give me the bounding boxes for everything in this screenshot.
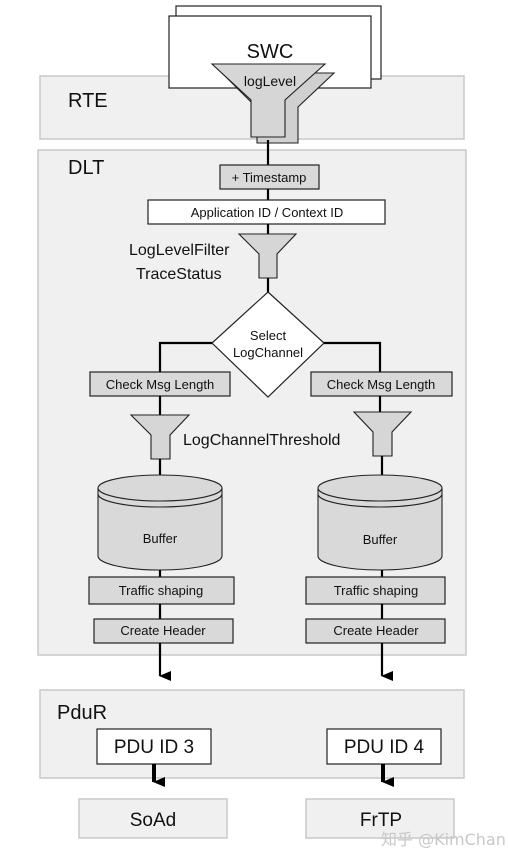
traffic-shaping-label: Traffic shaping <box>119 583 204 598</box>
tracestatus-label: TraceStatus <box>136 266 222 283</box>
dlt-architecture-diagram: RTE DLT SWC logLevel + Timestamp Applica… <box>37 5 506 849</box>
app-context-id-label: Application ID / Context ID <box>191 205 343 220</box>
soad-label: SoAd <box>130 810 176 831</box>
buffer-cylinder <box>97 474 223 571</box>
rte-label: RTE <box>68 90 108 112</box>
buffer-cylinder <box>317 474 443 571</box>
dlt-label: DLT <box>68 157 104 179</box>
decision-line-2: LogChannel <box>233 345 303 360</box>
create-header-label: Create Header <box>120 623 206 638</box>
timestamp-label: + Timestamp <box>232 170 307 185</box>
buffer-label: Buffer <box>143 531 178 546</box>
logchannelthreshold-label: LogChannelThreshold <box>183 432 340 449</box>
pdu-id-3-label: PDU ID 3 <box>114 737 194 758</box>
frtp-label: FrTP <box>360 810 402 831</box>
swc-label: SWC <box>247 41 294 63</box>
traffic-shaping-label: Traffic shaping <box>334 583 419 598</box>
watermark-text: 知乎 @KimChan <box>381 830 506 849</box>
decision-line-1: Select <box>250 328 287 343</box>
check-msg-length-label: Check Msg Length <box>327 377 435 392</box>
buffer-label: Buffer <box>363 532 398 547</box>
pdur-label: PduR <box>57 702 107 724</box>
pdu-id-4-label: PDU ID 4 <box>344 737 425 758</box>
loglevelfilter-label: LogLevelFilter <box>129 242 230 259</box>
check-msg-length-label: Check Msg Length <box>106 377 214 392</box>
loglevel-label: logLevel <box>244 73 296 89</box>
create-header-label: Create Header <box>333 623 419 638</box>
